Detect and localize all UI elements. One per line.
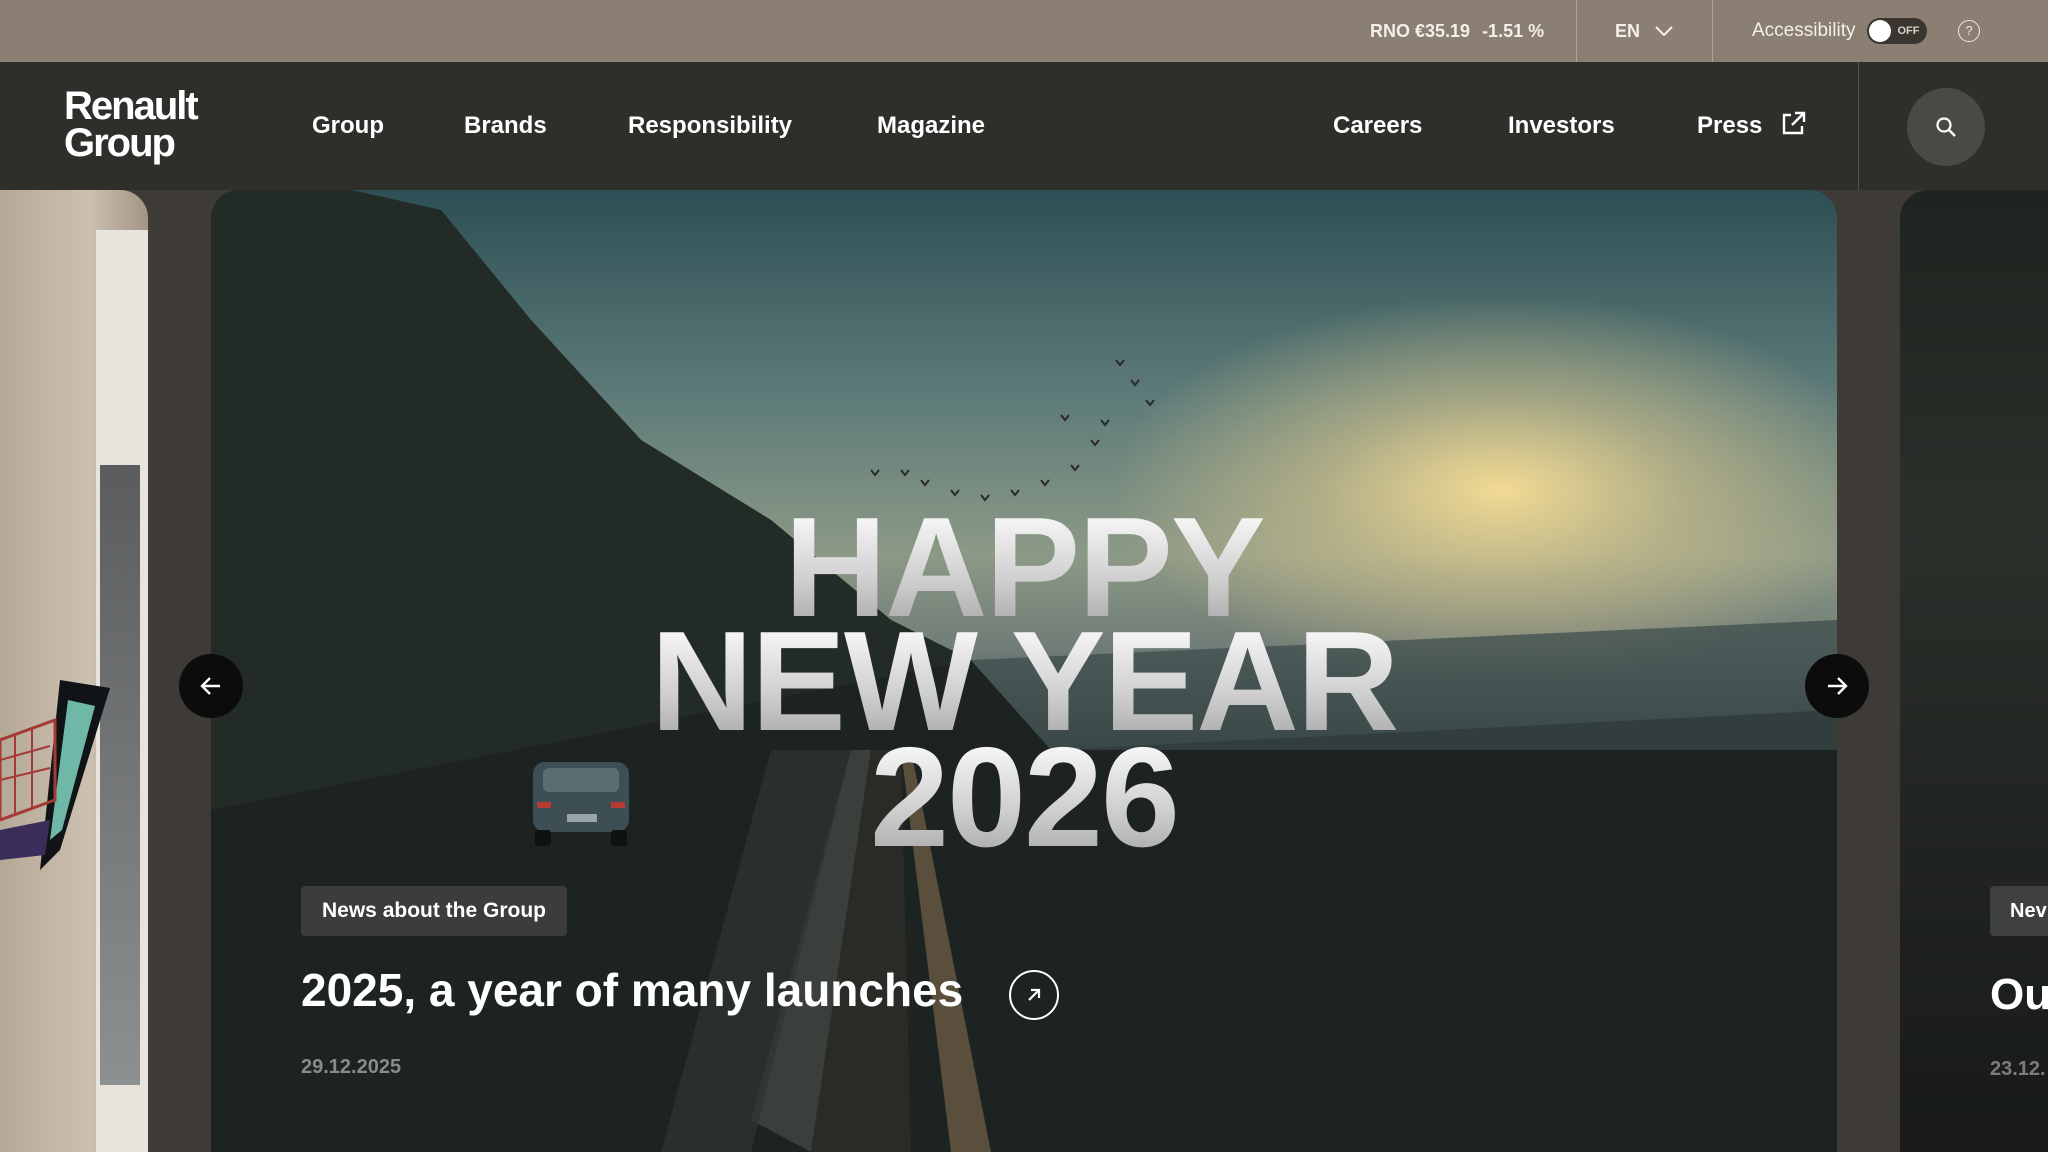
logo-line-2: Group [64,121,176,165]
slide-image [0,680,110,870]
chevron-down-icon [1655,26,1673,37]
next-slide-card[interactable]: Nev Ou 23.12. [1900,190,2048,1152]
main-navigation: Renault Group Group Brands Responsibilit… [0,62,2048,190]
stock-price: RNO €35.19 [1370,21,1471,41]
divider [1712,0,1713,62]
hero-headline-line-3: 2026 [211,727,1837,869]
stock-ticker[interactable]: RNO €35.19 -1.51 % [1370,0,1544,62]
stock-change: -1.51 % [1482,21,1545,41]
renault-group-logo[interactable]: Renault Group [64,84,224,165]
search-icon [1936,117,1956,137]
category-tag: Nev [1990,886,2048,936]
slide-date: 23.12. [1990,1058,2046,1080]
accessibility-control: Accessibility OFF [1752,0,1928,62]
search-button[interactable] [1907,88,1985,166]
nav-item-brands[interactable]: Brands [464,62,547,190]
help-icon[interactable]: ? [1958,20,1980,42]
nav-item-group[interactable]: Group [312,62,384,190]
press-label: Press [1697,112,1763,139]
nav-item-investors[interactable]: Investors [1508,62,1615,190]
arrow-up-right-icon [1028,988,1041,1001]
arrow-right-icon [1828,677,1848,695]
accessibility-toggle[interactable]: OFF [1867,18,1928,44]
open-article-button[interactable] [1009,970,1059,1020]
slide-title[interactable]: 2025, a year of many launches [301,963,963,1017]
news-carousel: HAPPY NEW YEAR 2026 News about the Group… [0,190,2048,1152]
nav-item-magazine[interactable]: Magazine [877,62,985,190]
logo-line-1: Renault [64,84,199,128]
divider [1858,62,1859,190]
arrow-left-icon [200,677,220,695]
carousel-previous-button[interactable] [179,654,243,718]
language-label: EN [1615,20,1641,41]
featured-slide-card[interactable]: HAPPY NEW YEAR 2026 News about the Group… [211,190,1837,1152]
category-tag[interactable]: News about the Group [301,886,568,936]
previous-slide-card[interactable] [0,190,148,1152]
nav-item-press[interactable]: Press [1697,62,1807,190]
external-link-icon [1782,111,1806,134]
nav-item-responsibility[interactable]: Responsibility [628,62,792,190]
utility-bar: RNO €35.19 -1.51 % EN Accessibility OFF ? [0,0,2048,62]
divider [1576,0,1577,62]
nav-item-careers[interactable]: Careers [1333,62,1422,190]
carousel-next-button[interactable] [1805,654,1869,718]
slide-title: Ou [1990,970,2048,1019]
slide-date: 29.12.2025 [301,1056,402,1078]
toggle-state: OFF [1897,25,1920,37]
accessibility-label: Accessibility [1752,20,1856,41]
language-selector[interactable]: EN [1615,0,1674,62]
toggle-knob [1869,20,1892,42]
